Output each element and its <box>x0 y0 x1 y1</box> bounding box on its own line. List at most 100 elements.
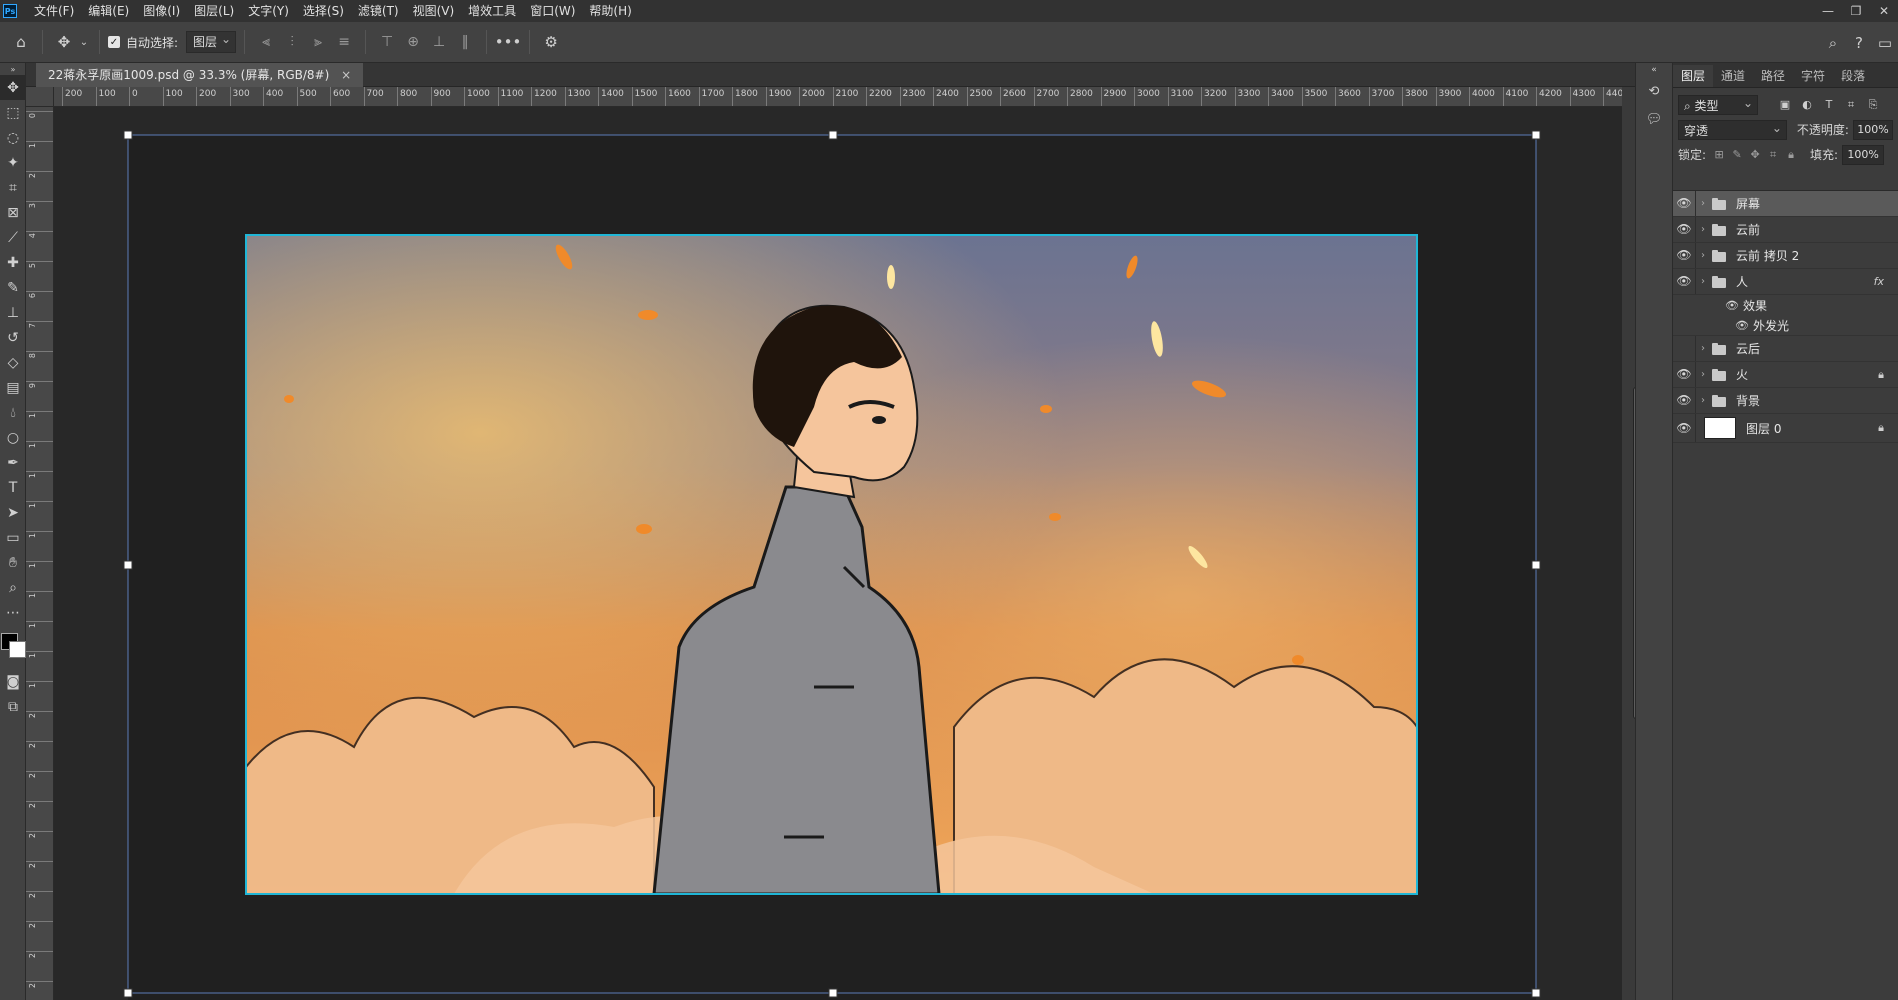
tab-paragraph[interactable]: 段落 <box>1833 65 1873 87</box>
collapse-toolbar-icon[interactable]: » <box>0 63 26 75</box>
menu-image[interactable]: 图像(I) <box>136 0 187 22</box>
fill-field[interactable]: 100% <box>1842 144 1885 165</box>
menu-help[interactable]: 帮助(H) <box>582 0 638 22</box>
help-icon[interactable]: ? <box>1846 30 1872 56</box>
filter-type-icon[interactable]: T <box>1818 95 1840 115</box>
magic-wand-tool[interactable]: ✦ <box>0 150 26 175</box>
document-tab[interactable]: 22蒋永孚原画1009.psd @ 33.3% (屏幕, RGB/8#) × <box>36 63 364 87</box>
healing-brush-tool[interactable]: ✚ <box>0 250 26 275</box>
eye-icon[interactable]: 👁︎ <box>1735 319 1749 332</box>
restore-button[interactable]: ❐ <box>1842 0 1870 22</box>
layer-row[interactable]: 👁︎ › 背景 <box>1673 388 1898 414</box>
eye-icon[interactable]: 👁︎ <box>1673 362 1696 387</box>
edit-toolbar-icon[interactable]: ⋯ <box>0 600 26 625</box>
filter-smart-object-icon[interactable]: ⎘ <box>1862 95 1884 115</box>
tab-character[interactable]: 字符 <box>1793 65 1833 87</box>
menu-filter[interactable]: 滤镜(T) <box>351 0 406 22</box>
menu-edit[interactable]: 编辑(E) <box>81 0 136 22</box>
expand-panels-icon[interactable]: « <box>1636 63 1672 77</box>
distribute-h-icon[interactable]: ‖ <box>454 31 476 53</box>
effects-row[interactable]: 👁︎ 效果 <box>1673 295 1898 315</box>
canvas-area[interactable] <box>54 107 1622 1000</box>
home-icon[interactable]: ⌂ <box>8 29 34 55</box>
blend-mode-dropdown[interactable]: 穿透 <box>1678 118 1787 140</box>
align-middle-v-icon[interactable]: ⊕ <box>402 31 424 53</box>
tab-paths[interactable]: 路径 <box>1753 65 1793 87</box>
lock-icon[interactable]: 🔒︎ <box>1878 421 1884 435</box>
eye-icon[interactable]: 👁︎ <box>1673 414 1696 442</box>
lock-icon[interactable]: 🔒︎ <box>1878 368 1884 382</box>
eraser-tool[interactable]: ◇ <box>0 350 26 375</box>
opacity-field[interactable]: 100% <box>1852 119 1893 140</box>
align-center-h-icon[interactable]: ⫶ <box>281 31 303 53</box>
expand-arrow-icon[interactable]: › <box>1696 395 1710 406</box>
zoom-tool[interactable]: ⌕ <box>0 575 26 600</box>
workspace-icon[interactable]: ▭ <box>1872 30 1898 56</box>
color-swatches[interactable] <box>0 625 26 669</box>
eye-hidden-icon[interactable]: 👁︎ <box>1673 336 1696 361</box>
crop-tool[interactable]: ⌗ <box>0 175 26 200</box>
expand-arrow-icon[interactable]: › <box>1696 250 1710 261</box>
rectangle-tool[interactable]: ▭ <box>0 525 26 550</box>
expand-arrow-icon[interactable]: › <box>1696 224 1710 235</box>
layer-row[interactable]: 👁︎ › 云后 <box>1673 336 1898 362</box>
lock-transparent-icon[interactable]: ⊞ <box>1710 148 1728 161</box>
lasso-tool[interactable]: ◌ <box>0 125 26 150</box>
search-icon[interactable]: ⌕ <box>1820 30 1846 56</box>
ruler-corner[interactable] <box>26 87 54 107</box>
fx-icon[interactable]: fx <box>1874 275 1884 288</box>
expand-arrow-icon[interactable]: › <box>1696 198 1710 209</box>
minimize-button[interactable]: — <box>1814 0 1842 22</box>
artwork[interactable] <box>54 107 1622 1000</box>
layer-row[interactable]: 👁︎ › 云前 拷贝 2 <box>1673 243 1898 269</box>
path-selection-tool[interactable]: ➤ <box>0 500 26 525</box>
background-color[interactable] <box>9 641 26 658</box>
layer-filter-dropdown[interactable]: ⌕ 类型 <box>1678 93 1758 115</box>
move-tool[interactable]: ✥ <box>0 75 26 100</box>
close-tab-icon[interactable]: × <box>341 68 351 82</box>
expand-arrow-icon[interactable]: › <box>1696 343 1710 354</box>
screen-mode-icon[interactable]: ⧉ <box>0 694 26 719</box>
eye-icon[interactable]: 👁︎ <box>1673 269 1696 294</box>
menu-layer[interactable]: 图层(L) <box>187 0 241 22</box>
history-brush-tool[interactable]: ↺ <box>0 325 26 350</box>
menu-plugins[interactable]: 增效工具 <box>461 0 523 22</box>
eye-icon[interactable]: 👁︎ <box>1673 217 1696 242</box>
filter-adjustment-icon[interactable]: ◐ <box>1796 95 1818 115</box>
quick-mask-icon[interactable]: ◙ <box>0 669 26 694</box>
auto-select-checkbox[interactable]: ✓ <box>108 36 120 48</box>
menu-view[interactable]: 视图(V) <box>406 0 462 22</box>
layer-row[interactable]: 👁︎ 图层 0 🔒︎ <box>1673 414 1898 443</box>
comments-icon[interactable]: 💬︎ <box>1636 105 1672 133</box>
eyedropper-tool[interactable]: ⟋ <box>0 225 26 250</box>
pen-tool[interactable]: ✒ <box>0 450 26 475</box>
layer-row[interactable]: 👁︎ › 火 🔒︎ <box>1673 362 1898 388</box>
layer-row[interactable]: 👁︎ › 人 fx <box>1673 269 1898 295</box>
eye-icon[interactable]: 👁︎ <box>1673 388 1696 413</box>
ruler-horizontal[interactable]: 200 100 0 100 200 300 400 500 600 700 800 900 1000 11… <box>54 87 1622 107</box>
filter-pixel-icon[interactable]: ▣ <box>1774 95 1796 115</box>
lock-artboard-icon[interactable]: ⌗ <box>1764 148 1782 162</box>
expand-arrow-icon[interactable]: › <box>1696 276 1710 287</box>
align-right-icon[interactable]: ⫸ <box>307 31 329 53</box>
lock-position-icon[interactable]: ✥ <box>1746 148 1764 161</box>
layer-row[interactable]: 👁︎ › 云前 <box>1673 217 1898 243</box>
gear-icon[interactable]: ⚙ <box>538 29 564 55</box>
align-bottom-icon[interactable]: ⊥ <box>428 31 450 53</box>
tab-channels[interactable]: 通道 <box>1713 65 1753 87</box>
layer-row[interactable]: 👁︎ › 屏幕 <box>1673 191 1898 217</box>
lock-image-icon[interactable]: ✎ <box>1728 148 1746 161</box>
marquee-tool[interactable]: ⬚ <box>0 100 26 125</box>
auto-select-target-dropdown[interactable]: 图层 <box>186 29 237 53</box>
frame-tool[interactable]: ⊠ <box>0 200 26 225</box>
more-options-button[interactable]: ••• <box>495 29 522 55</box>
expand-arrow-icon[interactable]: › <box>1696 369 1710 380</box>
gradient-tool[interactable]: ▤ <box>0 375 26 400</box>
blur-tool[interactable]: 💧︎ <box>0 400 26 425</box>
dodge-tool[interactable]: ○ <box>0 425 26 450</box>
eye-icon[interactable]: 👁︎ <box>1725 299 1739 312</box>
lock-all-icon[interactable]: 🔒︎ <box>1782 148 1800 162</box>
tab-layers[interactable]: 图层 <box>1673 65 1714 87</box>
brush-tool[interactable]: ✎ <box>0 275 26 300</box>
menu-window[interactable]: 窗口(W) <box>523 0 582 22</box>
